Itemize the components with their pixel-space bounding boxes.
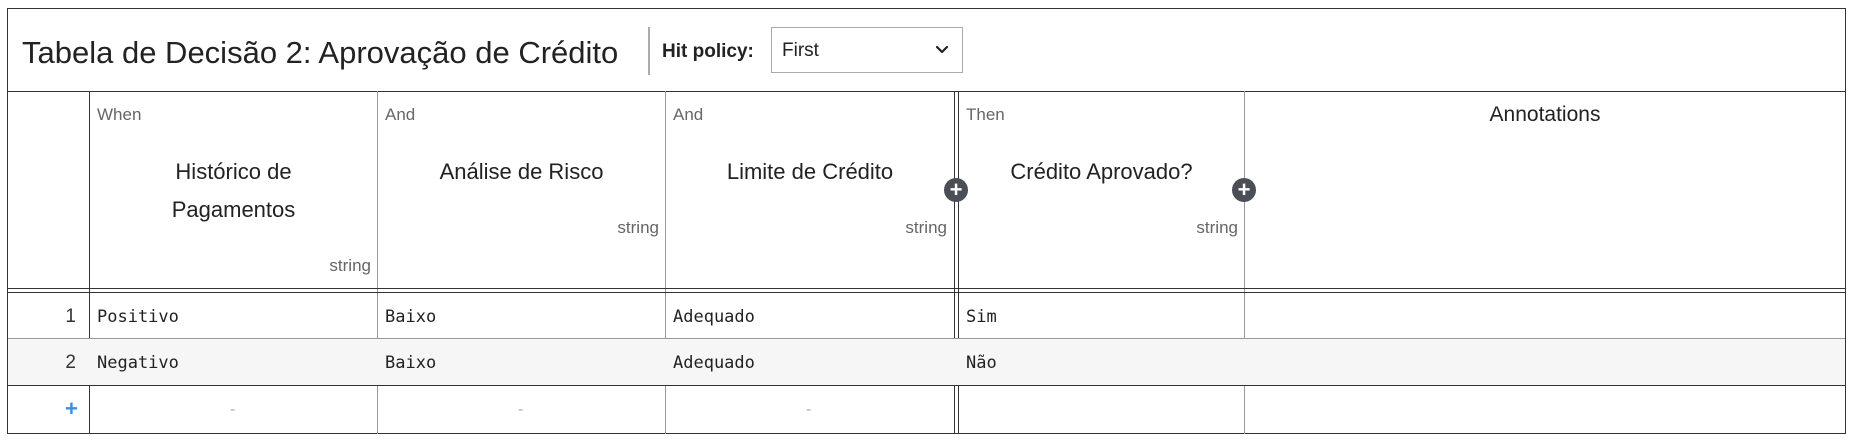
table-header-bar: Tabela de Decisão 2: Aprovação de Crédit… bbox=[8, 9, 1845, 92]
column-name-line: Histórico de bbox=[175, 159, 292, 184]
row-divider bbox=[8, 385, 1845, 386]
table-cell[interactable]: Negativo bbox=[97, 353, 179, 373]
column-name: Limite de Crédito bbox=[726, 159, 894, 184]
column-name: Histórico de Pagamentos bbox=[90, 153, 377, 229]
column-name-line: Pagamentos bbox=[171, 197, 296, 222]
table-cell[interactable]: Baixo bbox=[385, 353, 436, 373]
table-cell[interactable]: Baixo bbox=[385, 307, 436, 327]
hit-policy-value: First bbox=[782, 40, 819, 61]
column-kind: And bbox=[385, 105, 416, 124]
empty-cell-placeholder: - bbox=[518, 401, 524, 418]
column-name: Análise de Risco bbox=[439, 159, 604, 184]
header-divider bbox=[8, 292, 1845, 293]
title-separator bbox=[648, 27, 650, 75]
annotations-header: Annotations bbox=[1489, 103, 1601, 126]
column-type: string bbox=[617, 218, 659, 237]
empty-cell-placeholder: - bbox=[806, 401, 812, 418]
column-type: string bbox=[1196, 218, 1238, 237]
row-number: 2 bbox=[65, 352, 76, 373]
decision-table: Tabela de Decisão 2: Aprovação de Crédit… bbox=[7, 8, 1846, 434]
hit-policy-label: Hit policy: bbox=[662, 41, 754, 62]
column-kind: Then bbox=[966, 105, 1005, 124]
add-row-button[interactable]: + bbox=[65, 396, 78, 422]
row-stripe bbox=[8, 339, 1845, 385]
table-cell[interactable]: Adequado bbox=[673, 307, 755, 327]
column-kind: When bbox=[97, 105, 142, 124]
row-divider bbox=[8, 338, 1845, 339]
table-cell[interactable]: Positivo bbox=[97, 307, 179, 327]
header-divider bbox=[8, 288, 1845, 289]
column-type: string bbox=[905, 218, 947, 237]
table-cell[interactable]: Sim bbox=[966, 307, 997, 327]
table-cell[interactable]: Não bbox=[966, 353, 997, 373]
row-number: 1 bbox=[65, 306, 76, 327]
column-kind: And bbox=[673, 105, 704, 124]
chevron-down-icon bbox=[935, 45, 949, 54]
column-type: string bbox=[329, 256, 371, 275]
add-output-column-icon[interactable]: + bbox=[1232, 178, 1256, 202]
column-name: Crédito Aprovado? bbox=[1010, 159, 1193, 184]
table-title[interactable]: Tabela de Decisão 2: Aprovação de Crédit… bbox=[22, 35, 618, 71]
empty-cell-placeholder: - bbox=[230, 401, 236, 418]
table-cell[interactable]: Adequado bbox=[673, 353, 755, 373]
hit-policy-select[interactable]: First bbox=[771, 27, 963, 73]
